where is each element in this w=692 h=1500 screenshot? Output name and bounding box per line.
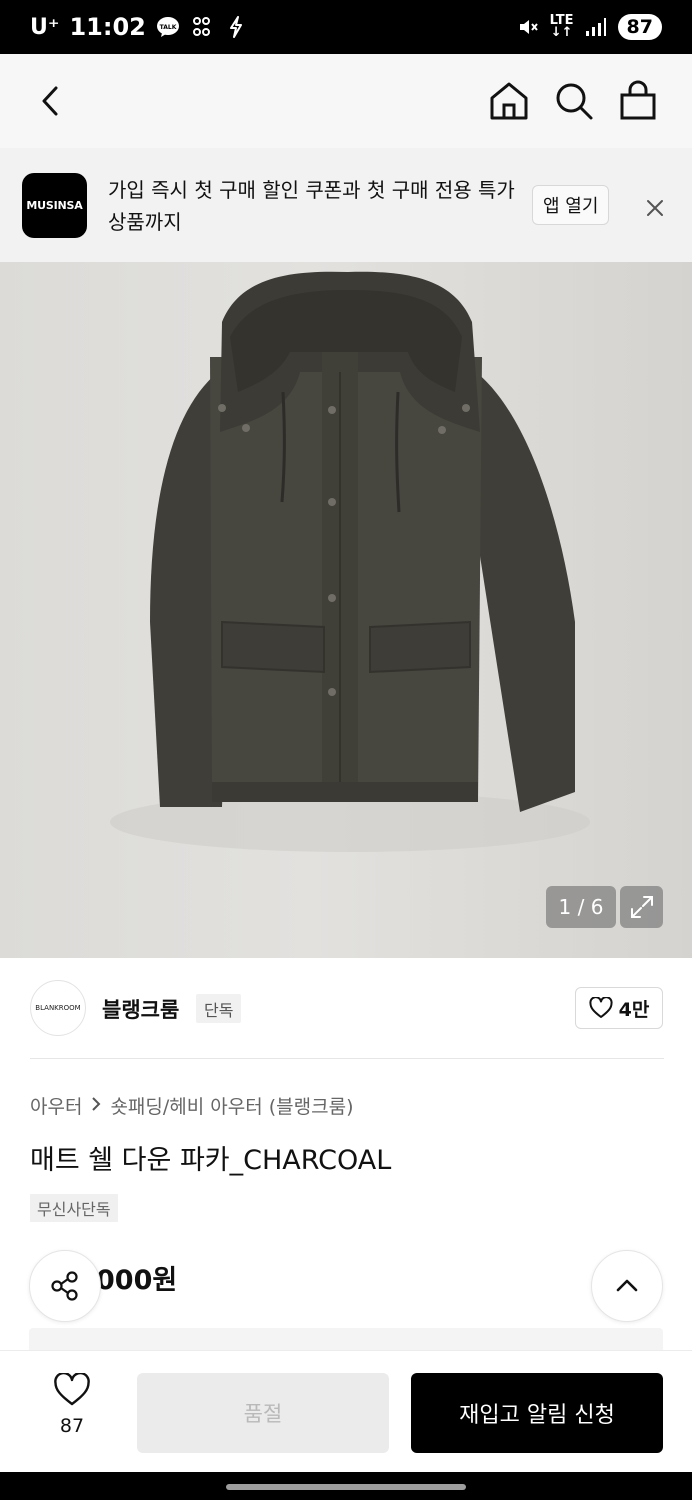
- wishlist-count: 87: [59, 1415, 85, 1437]
- clock: 11:02: [69, 13, 146, 41]
- home-icon[interactable]: [486, 78, 532, 124]
- search-icon[interactable]: [551, 78, 597, 124]
- chevron-right-icon: [90, 1095, 102, 1117]
- talk-badge-text: TALK: [160, 24, 177, 31]
- charging-bolt-icon: [224, 15, 248, 39]
- lte-indicator: LTE ↓↑: [549, 13, 574, 40]
- soldout-button: 품절: [137, 1373, 389, 1453]
- app-notification-icon: [190, 15, 214, 39]
- divider: [30, 1058, 664, 1059]
- expand-icon[interactable]: [620, 886, 663, 928]
- status-bar-left: U⁺ 11:02 TALK: [30, 0, 248, 54]
- wishlist-button[interactable]: 87: [40, 1371, 104, 1437]
- musinsa-logo: MUSINSA: [22, 173, 87, 238]
- restock-alert-button[interactable]: 재입고 알림 신청: [411, 1373, 663, 1453]
- image-counter: 1 / 6: [546, 886, 616, 928]
- back-icon[interactable]: [30, 79, 74, 123]
- exclusive-badge: 무신사단독: [30, 1194, 118, 1222]
- breadcrumb: 아우터 숏패딩/헤비 아우터 (블랭크룸): [30, 1092, 354, 1119]
- mute-icon: [516, 15, 540, 39]
- heart-icon: [54, 1371, 90, 1406]
- lte-label: LTE: [549, 13, 574, 28]
- app-install-banner: MUSINSA 가입 즉시 첫 구매 할인 쿠폰과 첫 구매 전용 특가 상품까…: [0, 148, 692, 262]
- bottom-action-bar: 87 품절 재입고 알림 신청: [0, 1350, 692, 1472]
- brand-like-count: 4만: [618, 998, 650, 1021]
- close-icon[interactable]: [640, 193, 670, 223]
- share-icon: [51, 1271, 78, 1301]
- signal-icon: [584, 15, 608, 39]
- breadcrumb-subcategory[interactable]: 숏패딩/헤비 아우터 (블랭크룸): [110, 1092, 353, 1119]
- brand-like-button[interactable]: 4만: [575, 987, 663, 1029]
- gesture-handle[interactable]: [226, 1484, 466, 1490]
- battery-indicator: 87: [617, 14, 662, 40]
- scroll-top-button[interactable]: [591, 1250, 663, 1322]
- product-image[interactable]: [0, 262, 692, 958]
- status-bar-right: LTE ↓↑ 87: [516, 0, 662, 54]
- gesture-nav-area: [0, 1472, 692, 1500]
- top-nav: [0, 54, 692, 148]
- share-button[interactable]: [29, 1250, 101, 1322]
- kakaotalk-icon: TALK: [156, 15, 180, 39]
- jacket-illustration: [110, 271, 590, 852]
- product-price: 000원: [96, 1265, 178, 1296]
- carrier-label: U⁺: [30, 14, 60, 40]
- banner-message: 가입 즉시 첫 구매 할인 쿠폰과 첫 구매 전용 특가 상품까지: [108, 178, 515, 234]
- brand-avatar[interactable]: BLANKROOM: [30, 980, 86, 1036]
- open-app-button[interactable]: 앱 열기: [532, 185, 610, 225]
- product-title: 매트 쉘 다운 파카_CHARCOAL: [30, 1145, 392, 1176]
- brand-exclusive-tag: 단독: [196, 994, 242, 1023]
- status-bar: U⁺ 11:02 TALK LTE ↓↑ 87: [0, 0, 692, 54]
- heart-icon: [589, 997, 613, 1018]
- shopping-bag-icon[interactable]: [615, 78, 661, 124]
- brand-name[interactable]: 블랭크룸: [102, 994, 179, 1024]
- chevron-up-icon: [616, 1279, 638, 1292]
- breadcrumb-category[interactable]: 아우터: [30, 1092, 82, 1119]
